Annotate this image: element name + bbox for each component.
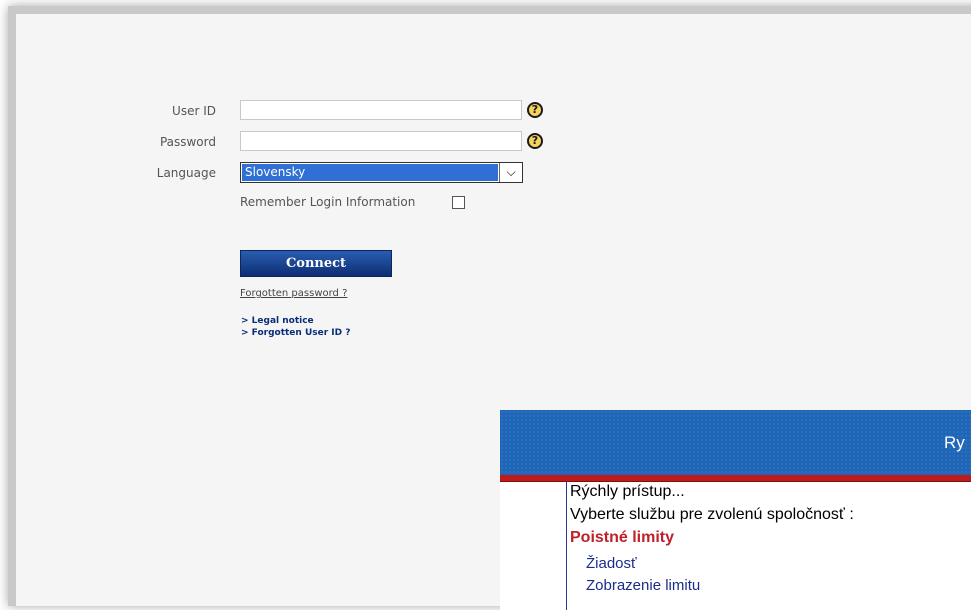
panel-divider [500, 475, 971, 482]
password-help-icon[interactable]: ? [527, 133, 543, 149]
forgot-userid-link[interactable]: > Forgotten User ID ? [241, 328, 350, 338]
limit-view-link[interactable]: Zobrazenie limitu [586, 577, 700, 594]
user-id-field[interactable] [240, 100, 522, 120]
section-title: Poistné limity [570, 529, 675, 546]
language-selected-value: Slovensky [242, 164, 498, 181]
quick-access-panel: Ry Rýchly prístup... Vyberte službu pre … [500, 410, 971, 610]
remember-label: Remember Login Information [240, 195, 416, 209]
chevron-down-icon[interactable]: ⌵ [499, 163, 522, 182]
forgot-password-link[interactable]: Forgotten password ? [240, 288, 347, 299]
password-field[interactable] [240, 131, 522, 151]
language-select[interactable]: Slovensky ⌵ [240, 162, 523, 183]
user-id-help-icon[interactable]: ? [527, 102, 543, 118]
connect-button[interactable]: Connect [240, 250, 392, 277]
quick-access-text: Rýchly prístup... [570, 483, 685, 500]
legal-notice-link[interactable]: > Legal notice [241, 316, 314, 326]
remember-checkbox[interactable] [452, 196, 465, 209]
select-service-text: Vyberte službu pre zvolenú spoločnosť : [570, 506, 854, 523]
password-label: Password [159, 135, 216, 149]
panel-header: Ry [500, 410, 971, 475]
panel-header-title: Ry [944, 433, 965, 452]
language-label: Language [156, 166, 216, 180]
panel-left-column [500, 482, 567, 610]
request-link[interactable]: Žiadosť [586, 555, 637, 572]
user-id-label: User ID [172, 104, 216, 118]
